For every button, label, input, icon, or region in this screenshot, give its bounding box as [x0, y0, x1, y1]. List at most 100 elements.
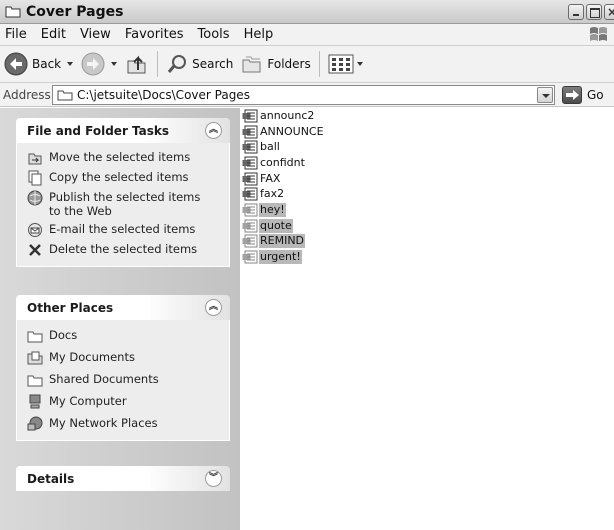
- address-bar: Address C:\jetsuite\Docs\Cover Pages Go: [0, 83, 614, 107]
- task-publish[interactable]: Publish the selected items to the Web: [27, 190, 229, 218]
- windows-logo-icon: [590, 27, 607, 41]
- fax-cover-file-icon: [242, 250, 258, 264]
- delete-icon: [27, 242, 43, 258]
- other-places-header[interactable]: Other Places ︽: [16, 295, 230, 320]
- views-icon: [328, 54, 354, 74]
- file-item-selected[interactable]: urgent!: [242, 249, 325, 265]
- title-bar: Cover Pages ×: [0, 0, 614, 24]
- file-item-selected[interactable]: quote: [242, 218, 325, 234]
- up-folder-icon: [127, 55, 146, 74]
- menu-edit[interactable]: Edit: [34, 27, 73, 42]
- folder-icon: [57, 90, 73, 101]
- toolbar: Back Search Folders: [0, 46, 614, 83]
- address-path: C:\jetsuite\Docs\Cover Pages: [77, 88, 250, 102]
- collapse-chevron-icon[interactable]: ︽: [205, 299, 222, 316]
- fax-cover-file-icon: [242, 203, 258, 217]
- views-button[interactable]: [324, 49, 367, 79]
- place-my-computer[interactable]: My Computer: [27, 394, 229, 410]
- file-folder-tasks-header[interactable]: File and Folder Tasks ︽: [16, 118, 230, 143]
- other-places-panel: Other Places ︽ Docs My Documents Shared …: [16, 295, 230, 441]
- file-item[interactable]: FAX: [242, 171, 325, 187]
- fax-cover-file-icon: [242, 140, 258, 154]
- details-header[interactable]: Details ︾: [16, 466, 230, 491]
- place-docs[interactable]: Docs: [27, 328, 229, 344]
- collapse-chevron-icon[interactable]: ︽: [205, 122, 222, 139]
- search-label: Search: [192, 57, 234, 71]
- fax-cover-file-icon: [242, 125, 258, 139]
- folder-icon: [5, 6, 21, 18]
- views-dropdown-icon[interactable]: [356, 62, 363, 66]
- address-label: Address: [3, 87, 51, 102]
- folders-button[interactable]: Folders: [237, 49, 314, 79]
- folder-icon: [27, 328, 43, 344]
- task-copy[interactable]: Copy the selected items: [27, 170, 229, 186]
- copy-icon: [27, 170, 43, 186]
- address-input[interactable]: C:\jetsuite\Docs\Cover Pages: [52, 85, 555, 105]
- menu-view[interactable]: View: [73, 27, 118, 42]
- fax-cover-file-icon: [242, 219, 258, 233]
- file-item[interactable]: confidnt: [242, 155, 325, 171]
- back-arrow-icon: [4, 52, 28, 76]
- computer-icon: [27, 394, 43, 410]
- file-item[interactable]: fax2: [242, 186, 325, 202]
- forward-arrow-icon: [81, 52, 105, 76]
- search-button[interactable]: Search: [162, 49, 237, 79]
- file-item[interactable]: ball: [242, 139, 325, 155]
- other-places-body: Docs My Documents Shared Documents My Co…: [16, 320, 230, 441]
- menu-bar: File Edit View Favorites Tools Help: [0, 24, 614, 46]
- publish-web-icon: [27, 190, 43, 206]
- email-icon: [27, 222, 43, 238]
- menu-favorites[interactable]: Favorites: [118, 27, 191, 42]
- folders-label: Folders: [267, 57, 311, 71]
- address-dropdown-button[interactable]: [537, 87, 553, 103]
- file-folder-tasks-panel: File and Folder Tasks ︽ Move the selecte…: [16, 118, 230, 267]
- search-icon: [167, 55, 187, 73]
- back-label: Back: [32, 57, 62, 71]
- toolbar-separator-2: [318, 51, 320, 77]
- minimize-button[interactable]: [568, 4, 584, 20]
- task-email[interactable]: E-mail the selected items: [27, 222, 229, 238]
- up-folder-button[interactable]: [121, 49, 153, 79]
- back-button[interactable]: Back: [0, 49, 77, 79]
- close-button[interactable]: ×: [604, 4, 614, 20]
- file-item[interactable]: announc2: [242, 108, 325, 124]
- move-icon: [27, 150, 43, 166]
- forward-dropdown-icon[interactable]: [111, 62, 118, 66]
- window-title: Cover Pages: [26, 3, 124, 20]
- fax-cover-file-icon: [242, 156, 258, 170]
- file-item[interactable]: ANNOUNCE: [242, 124, 325, 140]
- toolbar-separator: [157, 51, 159, 77]
- panel-title: Other Places: [27, 300, 114, 315]
- go-label: Go: [587, 88, 604, 102]
- fax-cover-file-icon: [242, 109, 258, 123]
- file-folder-tasks-body: Move the selected items Copy the selecte…: [16, 143, 230, 267]
- file-list: announc2 ANNOUNCE ball confidnt FAX fax2…: [242, 108, 325, 265]
- panel-title: Details: [27, 471, 75, 486]
- file-item-selected[interactable]: REMIND: [242, 234, 325, 250]
- fax-cover-file-icon: [242, 234, 258, 248]
- my-documents-icon: [27, 350, 43, 366]
- forward-button[interactable]: [77, 49, 121, 79]
- task-move[interactable]: Move the selected items: [27, 150, 229, 166]
- task-delete[interactable]: Delete the selected items: [27, 242, 229, 258]
- place-shared-documents[interactable]: Shared Documents: [27, 372, 229, 388]
- back-dropdown-icon[interactable]: [67, 62, 74, 66]
- panel-title: File and Folder Tasks: [27, 123, 170, 138]
- expand-chevron-icon[interactable]: ︾: [205, 470, 222, 487]
- menu-help[interactable]: Help: [237, 27, 281, 42]
- place-my-network[interactable]: My Network Places: [27, 416, 229, 432]
- go-button[interactable]: Go: [562, 86, 604, 104]
- file-item-selected[interactable]: hey!: [242, 202, 325, 218]
- folders-icon: [242, 56, 261, 73]
- task-pane: File and Folder Tasks ︽ Move the selecte…: [0, 108, 240, 530]
- network-icon: [27, 416, 43, 432]
- shared-folder-icon: [27, 372, 43, 388]
- menu-file[interactable]: File: [0, 27, 34, 42]
- go-arrow-icon: [562, 86, 582, 104]
- fax-cover-file-icon: [242, 172, 258, 186]
- fax-cover-file-icon: [242, 187, 258, 201]
- maximize-button[interactable]: [586, 4, 602, 20]
- details-panel: Details ︾: [16, 466, 230, 491]
- place-my-documents[interactable]: My Documents: [27, 350, 229, 366]
- menu-tools[interactable]: Tools: [191, 27, 237, 42]
